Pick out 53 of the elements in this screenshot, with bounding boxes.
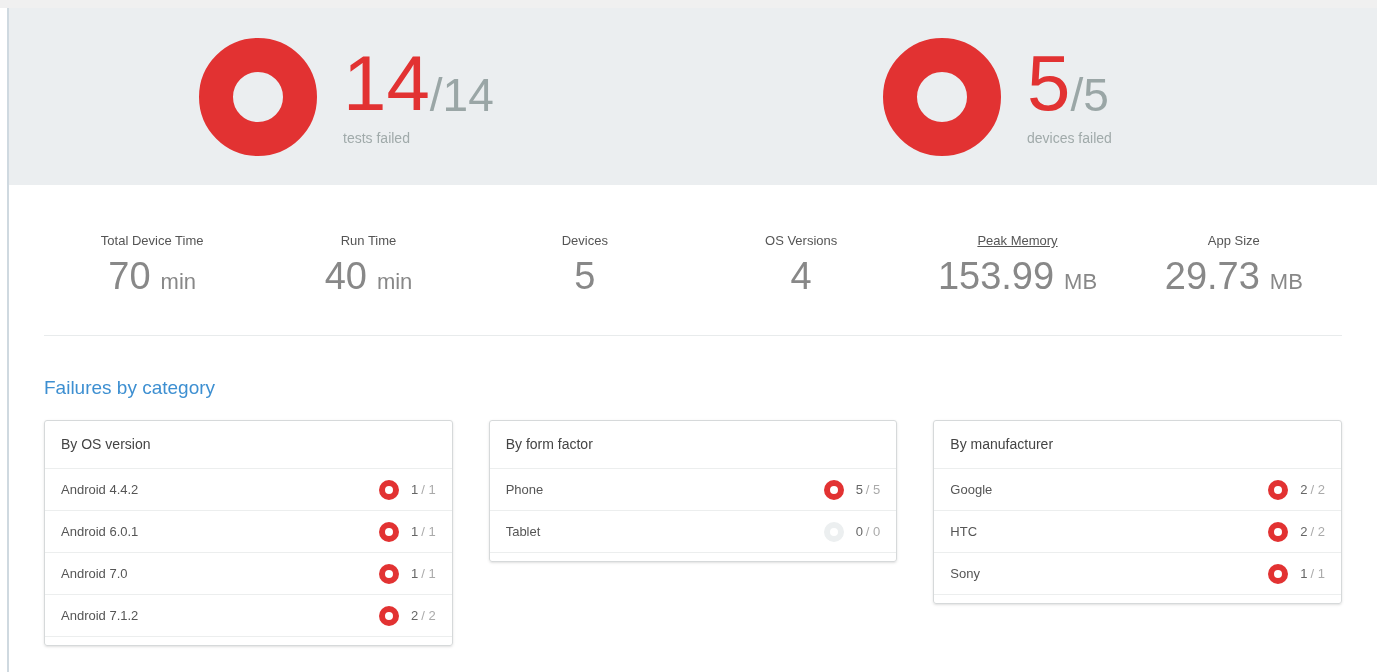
total-count: / 5 xyxy=(865,480,881,499)
total-count: / 2 xyxy=(421,606,436,625)
stat-label: App Size xyxy=(1207,232,1260,250)
category-name: Sony xyxy=(950,564,981,583)
summary-caption: tests failed xyxy=(343,129,411,148)
failed-count: 1 xyxy=(410,522,419,541)
failed-count: 1 xyxy=(410,480,419,499)
stat-value: 153.99 xyxy=(937,256,1055,295)
section-title: Failures by category xyxy=(44,375,217,400)
category-name: Android 4.4.2 xyxy=(61,480,140,499)
stat-value: 29.73 xyxy=(1164,256,1260,295)
failed-count: 2 xyxy=(410,606,419,625)
stat-label: OS Versions xyxy=(765,232,838,250)
total-count: / 1 xyxy=(421,564,436,583)
stat-value: 4 xyxy=(790,256,812,295)
stat-value: 70 xyxy=(108,256,151,295)
summary-caption: devices failed xyxy=(1027,129,1113,148)
stat-unit: MB xyxy=(1064,270,1098,293)
failed-count: 0 xyxy=(855,522,863,541)
stat-label: Devices xyxy=(561,232,608,250)
category-name: Phone xyxy=(505,480,545,499)
category-name: Android 7.1.2 xyxy=(61,606,140,625)
failed-count: 1 xyxy=(410,564,419,583)
total-count: /5 xyxy=(1070,72,1109,118)
failed-count: 2 xyxy=(1300,522,1308,541)
total-count: / 1 xyxy=(421,522,436,541)
category-name: HTC xyxy=(950,522,979,541)
failed-count: 1 xyxy=(1300,564,1308,583)
stat-unit: min xyxy=(160,270,197,293)
failed-count: 5 xyxy=(1027,44,1071,122)
total-count: / 2 xyxy=(1310,522,1325,541)
category-name: Tablet xyxy=(505,522,542,541)
total-count: / 1 xyxy=(1310,564,1325,583)
card-title: By manufacturer xyxy=(950,435,1054,454)
total-count: / 1 xyxy=(421,480,436,499)
category-name: Android 6.0.1 xyxy=(61,522,140,541)
failed-count: 5 xyxy=(855,480,863,499)
total-count: / 0 xyxy=(865,522,881,541)
stat-unit: MB xyxy=(1269,270,1303,293)
stat-label[interactable]: Peak Memory xyxy=(977,231,1058,251)
total-count: / 2 xyxy=(1310,480,1325,499)
total-count: /14 xyxy=(429,72,494,118)
stat-label: Run Time xyxy=(340,232,397,250)
stat-unit: min xyxy=(376,270,413,293)
stat-value: 5 xyxy=(574,256,596,295)
stat-label: Total Device Time xyxy=(100,232,204,250)
card-title: By form factor xyxy=(505,435,593,454)
category-name: Google xyxy=(950,480,994,499)
failed-count: 14 xyxy=(343,44,430,122)
category-name: Android 7.0 xyxy=(61,564,129,583)
failed-count: 2 xyxy=(1300,480,1308,499)
stat-value: 40 xyxy=(324,256,367,295)
card-title: By OS version xyxy=(61,435,151,454)
